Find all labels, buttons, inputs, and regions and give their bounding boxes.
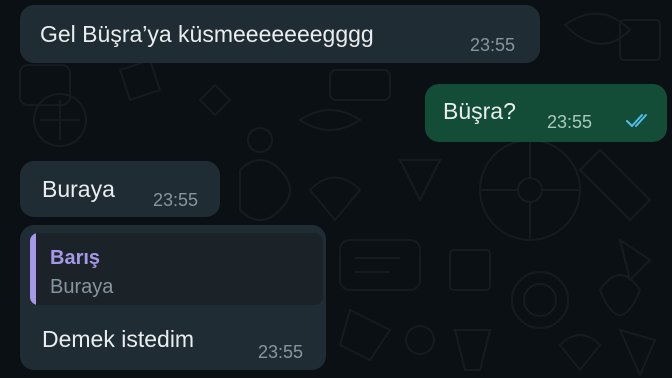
quoted-message[interactable]: Barış Buraya bbox=[30, 233, 323, 305]
message-time: 23:55 bbox=[258, 342, 304, 362]
message-time: 23:55 bbox=[470, 35, 516, 55]
message-time: 23:55 bbox=[547, 112, 593, 132]
message-bubble-outgoing[interactable]: Büşra? 23:55 bbox=[425, 84, 667, 142]
message-text: Büşra? bbox=[443, 98, 516, 124]
message-bubble-incoming[interactable]: Buraya 23:55 bbox=[20, 161, 220, 217]
message-text: Demek istedim bbox=[42, 326, 195, 352]
double-check-read-icon bbox=[626, 114, 647, 127]
quoted-text: Buraya bbox=[50, 276, 114, 298]
quoted-sender-name: Barış bbox=[50, 247, 101, 269]
message-bubble-incoming[interactable]: Gel Büşra’ya küsmeeeeeeegggg 23:55 bbox=[20, 5, 540, 63]
quote-accent-bar bbox=[30, 233, 36, 305]
message-bubble-reply[interactable]: Barış Buraya Demek istedim 23:55 bbox=[20, 225, 326, 370]
message-time: 23:55 bbox=[153, 190, 199, 210]
message-text: Buraya bbox=[42, 176, 115, 202]
message-text: Gel Büşra’ya küsmeeeeeeegggg bbox=[40, 21, 374, 47]
